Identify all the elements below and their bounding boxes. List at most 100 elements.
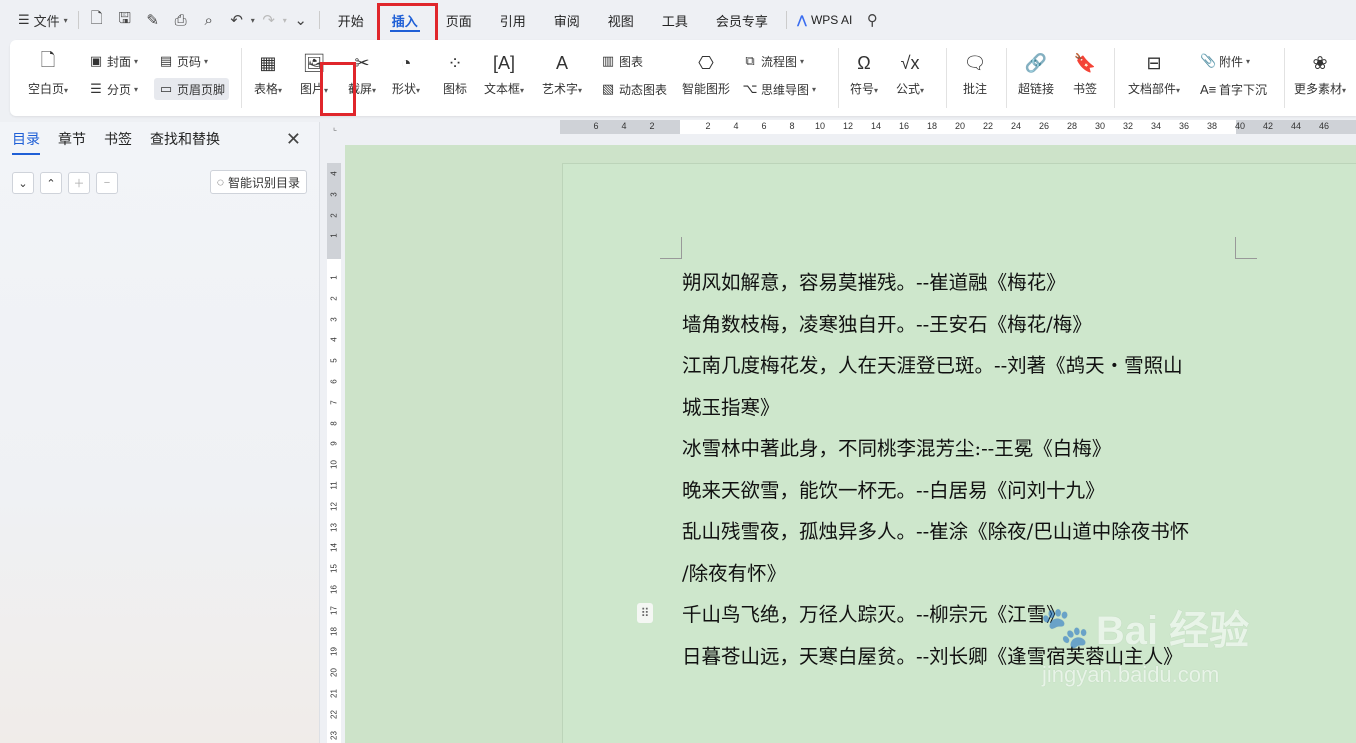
ruler-tick-label: 9	[329, 441, 339, 447]
text-line[interactable]: 城玉指寒》	[682, 387, 1242, 429]
omega-icon: Ω	[857, 52, 871, 73]
flowchart-button[interactable]: ⧉ 流程图 ▾	[742, 50, 804, 72]
drag-handle-icon[interactable]: ⠿	[637, 603, 653, 623]
ruler-tick-label: 13	[329, 522, 339, 532]
text-line[interactable]: 乱山残雪夜，孤烛异多人。--崔涂《除夜/巴山道中除夜书怀	[682, 511, 1242, 553]
tab-review[interactable]: 审阅	[540, 0, 594, 40]
print-icon[interactable]: ⎙	[167, 6, 195, 34]
smartart-button[interactable]: ⎔ 智能图形	[682, 50, 730, 97]
symbol-button[interactable]: Ω 符号▾	[850, 50, 878, 97]
tab-home[interactable]: 开始	[324, 0, 378, 40]
ruler-tick-label: 16	[898, 121, 910, 131]
hyperlink-button[interactable]: 🔗 超链接	[1018, 50, 1054, 97]
tab-tools[interactable]: 工具	[648, 0, 702, 40]
screenshot-button[interactable]: ✂ 截屏▾	[348, 50, 376, 97]
chevron-down-icon: ▾	[520, 86, 525, 95]
page-break-button[interactable]: ☰ 分页 ▾	[88, 78, 138, 100]
ruler-tick-label: 36	[1178, 121, 1190, 131]
picture-button[interactable]: 🖼 图片▾	[300, 50, 328, 97]
shape-button[interactable]: ◔ 形状▾	[392, 50, 420, 97]
attachment-button[interactable]: 📎 附件 ▾	[1200, 50, 1250, 72]
tab-sections[interactable]: 章节	[58, 129, 86, 149]
symbol-label: 符号	[850, 82, 875, 96]
text-line[interactable]: 冰雪林中著此身，不同桃李混芳尘:--王冕《白梅》	[682, 428, 1242, 470]
comment-button[interactable]: 🗨 批注	[962, 50, 988, 97]
chevron-down-icon: ▾	[63, 15, 68, 25]
cover-button[interactable]: ▣ 封面 ▾	[88, 50, 138, 72]
text-line[interactable]: 朔风如解意，容易莫摧残。--崔道融《梅花》	[682, 262, 1242, 304]
attachment-label: 附件	[1219, 54, 1244, 69]
ruler-tick-label: 2	[705, 121, 711, 131]
doc-parts-button[interactable]: ⊟ 文档部件▾	[1128, 50, 1180, 97]
remove-icon[interactable]: −	[96, 172, 118, 194]
collapse-icon[interactable]: ⌄	[12, 172, 34, 194]
customize-toolbar-icon[interactable]: ⌄	[287, 6, 315, 34]
blank-page-button[interactable]: 🗋 空白页▾	[28, 50, 68, 97]
dynamic-chart-button[interactable]: ▧ 动态图表	[600, 78, 667, 100]
format-painter-icon[interactable]: ✎	[139, 6, 167, 34]
icon-label: 图标	[442, 82, 467, 96]
formula-button[interactable]: √x 公式▾	[896, 50, 924, 97]
tab-member[interactable]: 会员专享	[702, 0, 782, 40]
divider	[318, 11, 320, 29]
toc-toolbar: ⌄ ⌃ ＋ − ◌ 智能识别目录	[0, 156, 319, 194]
text-line[interactable]: 江南几度梅花发，人在天涯登已斑。--刘著《鸪天・雪照山	[682, 345, 1242, 387]
ruler-tab-selector[interactable]: ⌞	[329, 121, 341, 133]
wordart-button[interactable]: A 艺术字▾	[542, 50, 582, 97]
redo-icon[interactable]: ↷	[255, 6, 283, 34]
text-line[interactable]: 墙角数枝梅，凌寒独自开。--王安石《梅花/梅》	[682, 304, 1242, 346]
text-line[interactable]: /除夜有怀》	[682, 553, 1242, 595]
table-button[interactable]: ▦ 表格▾	[254, 50, 282, 97]
page-number-label: 页码	[177, 54, 202, 69]
expand-icon[interactable]: ⌃	[40, 172, 62, 194]
new-doc-icon[interactable]: 🗋	[83, 6, 111, 34]
chart-button[interactable]: ▥ 图表	[600, 50, 643, 72]
ruler-tick-label: 4	[621, 121, 627, 131]
page-number-button[interactable]: ▤ 页码 ▾	[158, 50, 208, 72]
shape-icon: ◔	[400, 52, 412, 73]
more-material-label: 更多素材	[1294, 82, 1343, 96]
save-icon[interactable]: 🖫	[111, 6, 139, 34]
smart-toc-button[interactable]: ◌ 智能识别目录	[209, 170, 307, 194]
chevron-down-icon: ▾	[204, 56, 209, 66]
blank-page-label: 空白页	[28, 82, 65, 96]
margin-mark-top-right	[1235, 237, 1257, 259]
smart-toc-icon: ◌	[216, 175, 224, 189]
text-line[interactable]: 晚来天欲雪，能饮一杯无。--白居易《问刘十九》	[682, 470, 1242, 512]
file-menu[interactable]: ☰ 文件 ▾	[12, 6, 74, 34]
bookmark-button[interactable]: 🔖 书签	[1072, 50, 1098, 97]
tab-references[interactable]: 引用	[486, 0, 540, 40]
tab-view[interactable]: 视图	[594, 0, 648, 40]
close-icon[interactable]: ✕	[286, 129, 301, 150]
tab-page[interactable]: 页面	[432, 0, 486, 40]
icon-button[interactable]: ⁘ 图标	[442, 50, 468, 97]
page-break-label: 分页	[107, 82, 132, 97]
undo-icon[interactable]: ↶	[223, 6, 251, 34]
wps-ai-button[interactable]: ⋀ WPS AI	[797, 13, 852, 27]
tab-insert[interactable]: 插入	[378, 0, 432, 40]
ruler-tick-label: 28	[1066, 121, 1078, 131]
ruler-tick-label: 20	[329, 668, 339, 678]
ruler-tick-label: 22	[982, 121, 994, 131]
header-footer-button[interactable]: ▭ 页眉页脚	[154, 78, 230, 100]
tab-bookmarks[interactable]: 书签	[104, 129, 132, 149]
add-icon[interactable]: ＋	[68, 172, 90, 194]
mindmap-button[interactable]: ⌥ 思维导图 ▾	[742, 78, 817, 100]
print-preview-icon[interactable]: ⌕	[195, 6, 223, 34]
tab-find-replace[interactable]: 查找和替换	[150, 129, 220, 149]
ruler-tick-label: 3	[329, 316, 339, 322]
vertical-ruler[interactable]: 4 3 2 1 1 2 3 4 5 6 7 8 9 10 11 12 13 14 15 16 17 18 19 20 21 22 2…	[327, 163, 341, 743]
more-material-button[interactable]: ❀ 更多素材▾	[1294, 50, 1346, 97]
tab-toc[interactable]: 目录	[12, 129, 40, 155]
textbox-button[interactable]: [A] 文本框▾	[484, 50, 524, 97]
header-footer-icon: ▭	[159, 81, 173, 96]
search-icon[interactable]: ⚲	[858, 6, 886, 34]
hamburger-icon: ☰	[18, 12, 30, 27]
ruler-tick-label: 30	[1094, 121, 1106, 131]
baidu-jingyan-watermark: 🐾 Bai 经验 jingyan.baidu.com	[1040, 598, 1340, 718]
divider	[838, 48, 839, 108]
chevron-down-icon: ▾	[372, 86, 377, 95]
margin-mark-top-left	[660, 237, 682, 259]
drop-cap-button[interactable]: A≡ 首字下沉	[1200, 78, 1267, 100]
horizontal-ruler[interactable]: 6 4 2 2 4 6 8 10 12 14 16 18 20 22 24 26 28 30 32 34 36 38 40 4…	[560, 120, 1356, 134]
